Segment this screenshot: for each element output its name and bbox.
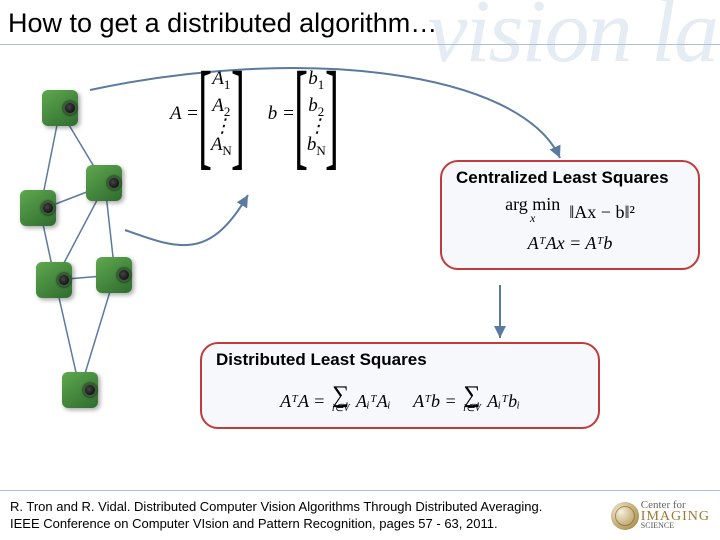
- camera-node: [20, 190, 56, 226]
- dls-title: Distributed Least Squares: [216, 350, 584, 370]
- a-label: A =: [170, 103, 199, 125]
- citation-line2: IEEE Conference on Computer VIsion and P…: [10, 516, 542, 533]
- camera-node: [36, 262, 72, 298]
- b-label: b =: [268, 103, 295, 125]
- imaging-logo: Center for IMAGING SCIENCE: [611, 501, 710, 529]
- citation: R. Tron and R. Vidal. Distributed Comput…: [10, 499, 542, 533]
- bracket-left: [: [294, 56, 308, 171]
- distributed-box: Distributed Least Squares AᵀA = ∑i∈V Aᵢᵀ…: [200, 342, 600, 429]
- camera-node: [42, 90, 78, 126]
- bracket-left: [: [198, 56, 212, 171]
- logo-suffix: SCIENCE: [641, 523, 710, 530]
- diagram-canvas: A = [ A1 A2 ⋮ AN ] b = [ b1 b2 ⋮ bN ] Ce…: [0, 50, 720, 490]
- centralized-box: Centralized Least Squares arg minx ‖Ax −…: [440, 160, 700, 270]
- page-title: How to get a distributed algorithm…: [8, 8, 437, 39]
- camera-node: [62, 372, 98, 408]
- bracket-right: ]: [325, 56, 339, 171]
- matrix-definition: A = [ A1 A2 ⋮ AN ] b = [ b1 b2 ⋮ bN ]: [170, 56, 332, 171]
- logo-sphere-icon: [611, 502, 639, 530]
- bracket-right: ]: [231, 56, 245, 171]
- title-divider: [0, 44, 720, 45]
- citation-line1: R. Tron and R. Vidal. Distributed Comput…: [10, 499, 542, 516]
- cls-equations: arg minx ‖Ax − b‖² AᵀAx = Aᵀb: [456, 192, 684, 258]
- a-column: A1 A2 ⋮ AN: [211, 68, 232, 158]
- cls-title: Centralized Least Squares: [456, 168, 684, 188]
- b-column: b1 b2 ⋮ bN: [307, 68, 326, 158]
- dls-equations: AᵀA = ∑i∈V AᵢᵀAᵢ Aᵀb = ∑i∈V Aᵢᵀbᵢ: [216, 374, 584, 417]
- camera-node: [86, 165, 122, 201]
- footer: R. Tron and R. Vidal. Distributed Comput…: [0, 490, 720, 540]
- camera-node: [96, 257, 132, 293]
